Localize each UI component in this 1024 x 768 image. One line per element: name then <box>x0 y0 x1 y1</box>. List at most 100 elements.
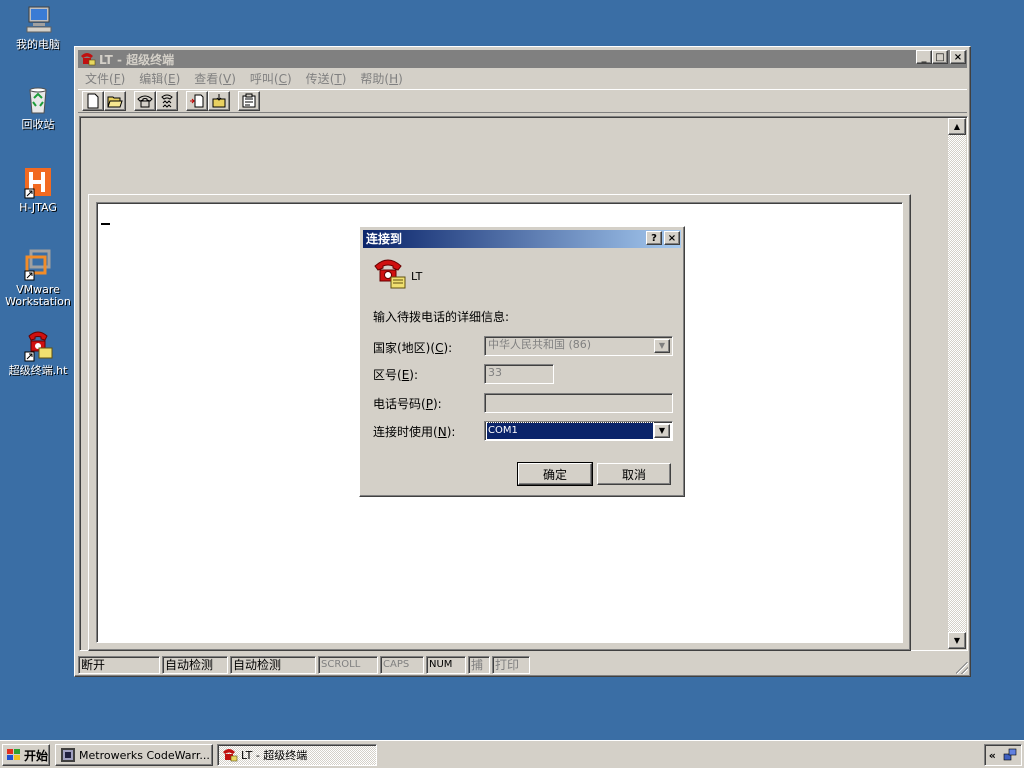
dialog-prompt: 输入待拨电话的详细信息: <box>373 310 510 324</box>
dialog-title: 连接到 <box>366 232 403 246</box>
connect-using-select[interactable]: COM1 ▼ <box>484 421 673 441</box>
window-caption-buttons: _ □ × <box>916 50 966 64</box>
send-button[interactable] <box>186 91 208 111</box>
maximize-button[interactable]: □ <box>932 50 948 64</box>
status-emulation: 自动检测 <box>162 656 228 674</box>
receive-button[interactable] <box>208 91 230 111</box>
send-file-icon <box>190 94 204 108</box>
hyperterminal-icon <box>21 330 55 362</box>
desktop-icon-label: 我的电脑 <box>16 38 60 51</box>
status-port-settings: 自动检测 <box>230 656 316 674</box>
close-icon: × <box>667 232 677 244</box>
system-tray: « <box>984 744 1022 766</box>
call-button[interactable] <box>134 91 156 111</box>
connect-to-dialog: 连接到 ? × LT 输入待拨电话的详细信息: 国家(地区)(C): 中华人民共… <box>359 226 685 497</box>
open-button[interactable] <box>104 91 126 111</box>
new-button[interactable] <box>82 91 104 111</box>
desktop-icon-label: 回收站 <box>21 118 55 131</box>
dialog-titlebar[interactable]: 连接到 <box>363 230 681 248</box>
status-connection: 断开 <box>78 656 160 674</box>
connection-name: LT <box>411 270 423 283</box>
country-value: 中华人民共和国 (86) <box>488 338 592 351</box>
connect-using-value: COM1 <box>486 422 654 440</box>
scroll-up-icon: ▲ <box>953 122 961 131</box>
task-hyperterminal[interactable]: LT - 超级终端 <box>217 744 377 766</box>
desktop-icon-label: H-JTAG <box>19 201 57 214</box>
phone-number-input[interactable] <box>484 393 673 413</box>
start-button[interactable]: 开始 <box>2 744 50 766</box>
scroll-down-button[interactable]: ▼ <box>948 632 966 649</box>
area-code-label: 区号(E): <box>373 368 419 382</box>
properties-button[interactable] <box>238 91 260 111</box>
dialog-caption-buttons: ? × <box>646 231 680 245</box>
vertical-scrollbar[interactable]: ▲ ▼ <box>948 118 966 649</box>
ok-button[interactable]: 确定 <box>517 462 593 486</box>
status-bar: 断开 自动检测 自动检测 SCROLL CAPS NUM 捕 打印 <box>78 656 967 674</box>
country-dropdown-button[interactable]: ▼ <box>654 339 670 353</box>
desktop-icon-recycle-bin[interactable]: 回收站 <box>0 84 76 131</box>
start-label: 开始 <box>24 748 49 763</box>
minimize-icon: _ <box>921 51 927 63</box>
properties-icon <box>242 93 256 108</box>
network-icon[interactable] <box>1003 748 1017 762</box>
desktop-icon-label: VMware Workstation <box>5 283 71 308</box>
chevron-down-icon: ▼ <box>658 341 666 350</box>
toolbar <box>78 89 967 113</box>
dialog-close-button[interactable]: × <box>664 231 680 245</box>
menu-file[interactable]: 文件(F) <box>78 70 132 87</box>
menu-edit[interactable]: 编辑(E) <box>132 70 187 87</box>
desktop-icon-vmware[interactable]: VMware Workstation <box>0 249 76 308</box>
task-codewarrior[interactable]: Metrowerks CodeWarr... <box>55 744 213 766</box>
h-jtag-icon <box>21 167 55 199</box>
cancel-button[interactable]: 取消 <box>597 463 671 485</box>
phone-number-label: 电话号码(P): <box>373 397 442 411</box>
tray-expand-button[interactable]: « <box>989 749 996 762</box>
connect-using-dropdown-button[interactable]: ▼ <box>654 424 670 438</box>
status-caps: CAPS <box>380 656 424 674</box>
maximize-icon: □ <box>935 51 945 63</box>
close-icon: × <box>953 51 963 63</box>
taskbar: 开始 Metrowerks CodeWarr... LT - 超级终端 « <box>0 740 1024 768</box>
connection-icon <box>373 258 407 293</box>
country-label: 国家(地区)(C): <box>373 341 453 355</box>
hangup-icon <box>161 94 173 108</box>
receive-file-icon <box>212 94 226 108</box>
window-title: LT - 超级终端 <box>99 52 175 67</box>
new-document-icon <box>87 93 99 109</box>
menu-call[interactable]: 呼叫(C) <box>243 70 299 87</box>
menu-view[interactable]: 查看(V) <box>187 70 243 87</box>
desktop-icon-h-jtag[interactable]: H-JTAG <box>0 167 76 214</box>
country-select[interactable]: 中华人民共和国 (86) ▼ <box>484 336 673 356</box>
window-titlebar[interactable]: LT - 超级终端 <box>78 50 967 68</box>
help-button[interactable]: ? <box>646 231 662 245</box>
minimize-button[interactable]: _ <box>916 50 932 64</box>
phone-icon <box>137 95 153 108</box>
chevron-down-icon: ▼ <box>658 426 666 435</box>
menu-transfer[interactable]: 传送(T) <box>299 70 354 87</box>
hyperterminal-icon <box>223 749 238 762</box>
menu-help[interactable]: 帮助(H) <box>353 70 409 87</box>
codewarrior-icon <box>61 748 75 762</box>
terminal-cursor <box>101 223 110 225</box>
status-print: 打印 <box>492 656 530 674</box>
scroll-up-button[interactable]: ▲ <box>948 118 966 135</box>
resize-grip[interactable] <box>956 662 968 674</box>
desktop-icon-hyperterminal[interactable]: 超级终端.ht <box>0 330 76 377</box>
windows-logo-icon <box>7 749 20 760</box>
task-label: LT - 超级终端 <box>241 749 308 762</box>
disconnect-button[interactable] <box>156 91 178 111</box>
desktop-icon-my-computer[interactable]: 我的电脑 <box>0 4 76 51</box>
help-icon: ? <box>651 232 657 244</box>
status-scroll: SCROLL <box>318 656 378 674</box>
area-code-input[interactable]: 33 <box>484 364 554 384</box>
close-button[interactable]: × <box>950 50 966 64</box>
scroll-down-icon: ▼ <box>953 636 961 645</box>
computer-icon <box>21 4 55 36</box>
menu-bar: 文件(F) 编辑(E) 查看(V) 呼叫(C) 传送(T) 帮助(H) <box>78 69 967 87</box>
vmware-icon <box>21 249 55 281</box>
desktop-icon-label: 超级终端.ht <box>8 364 68 377</box>
recycle-bin-icon <box>21 84 55 116</box>
hyperterminal-icon <box>80 52 96 66</box>
task-label: Metrowerks CodeWarr... <box>79 748 210 762</box>
status-num: NUM <box>426 656 466 674</box>
